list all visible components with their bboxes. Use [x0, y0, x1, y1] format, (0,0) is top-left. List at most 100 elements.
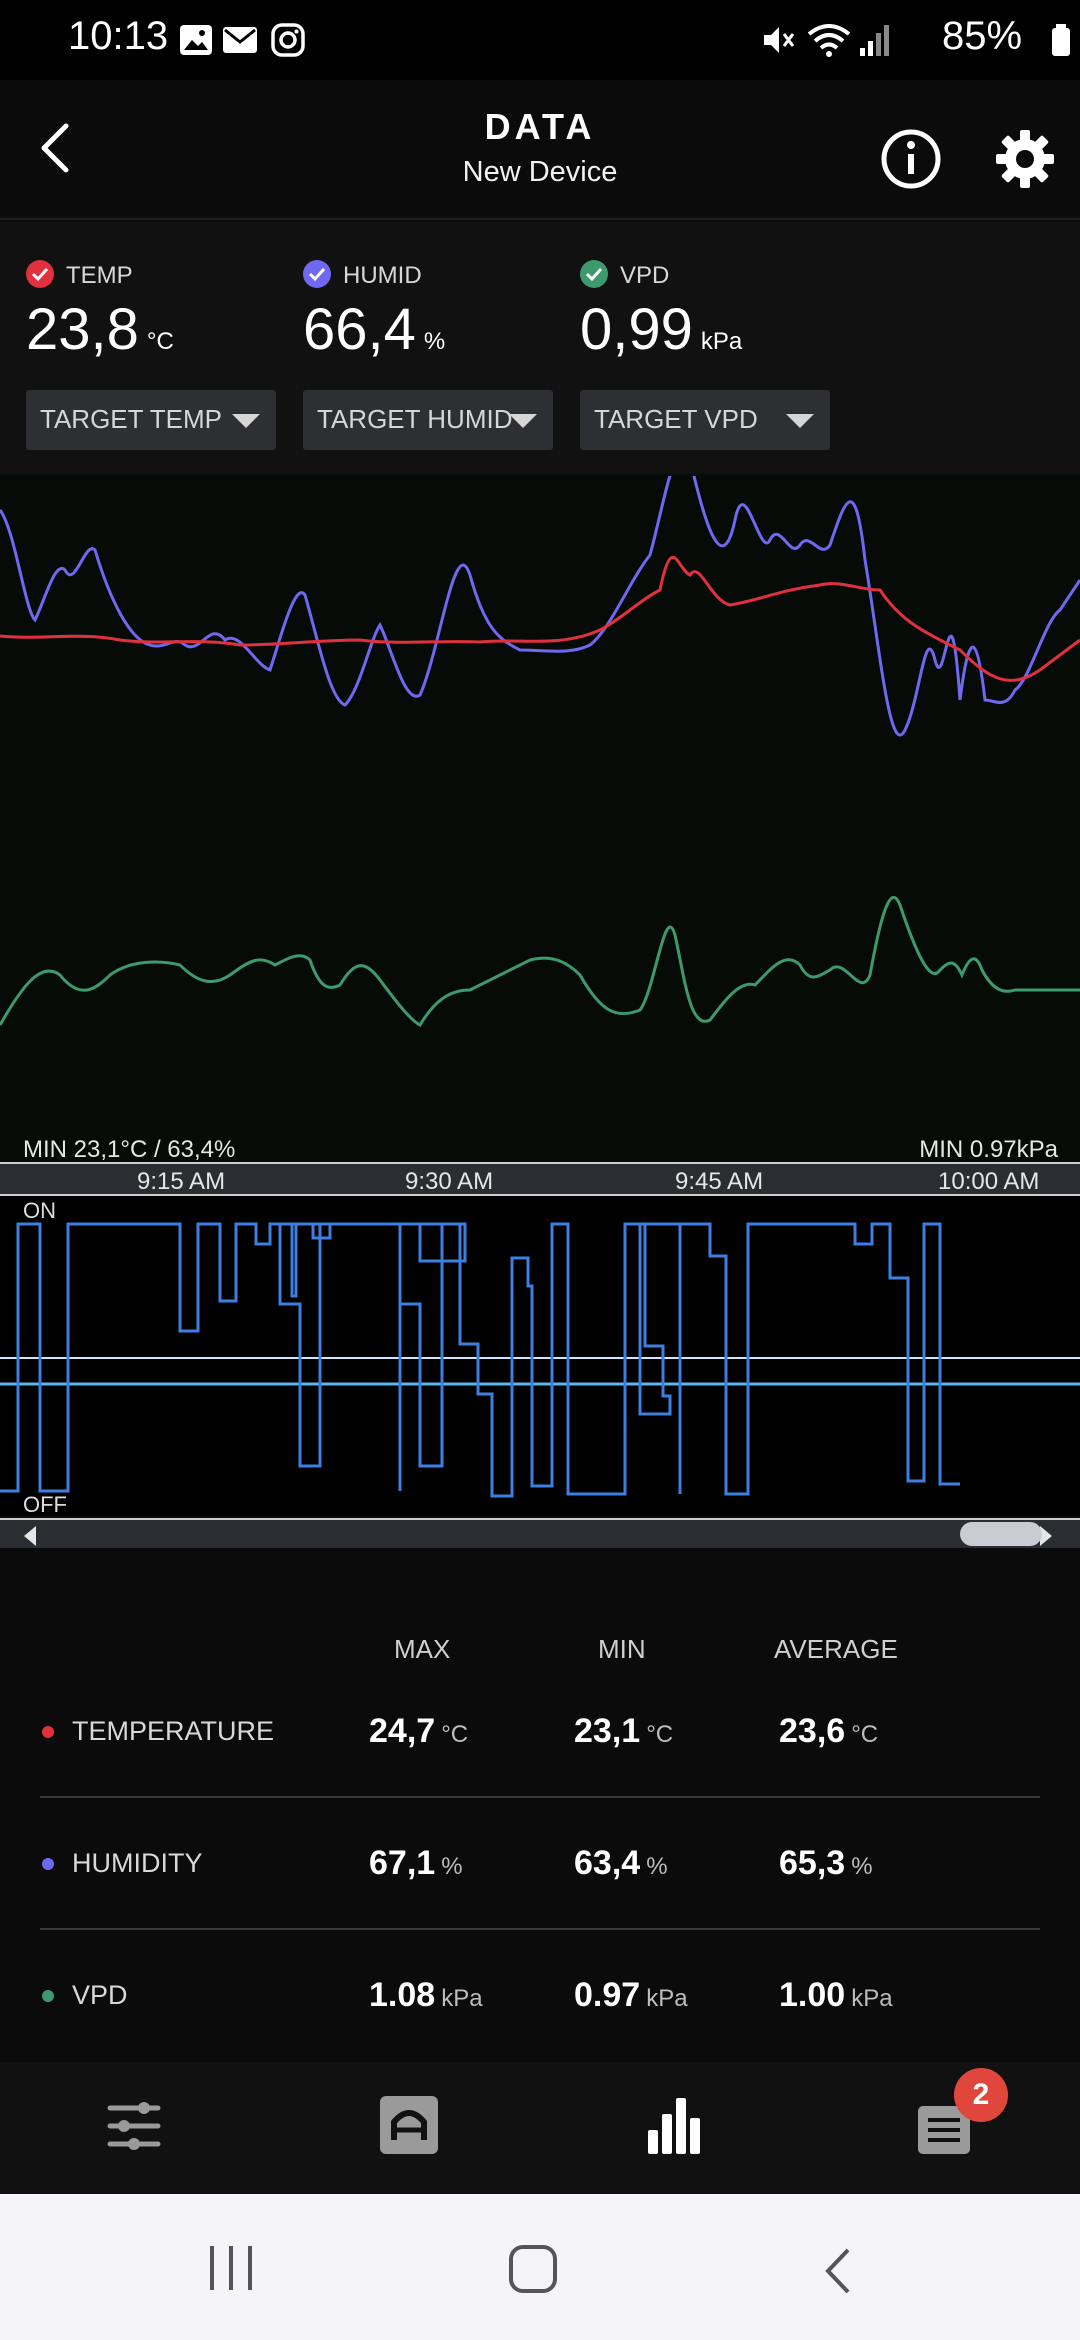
settings-gear-icon[interactable] [994, 128, 1056, 190]
stat-avg: 1.00 kPa [779, 1976, 893, 2015]
stat-unit: % [851, 1853, 873, 1880]
humid-value: 66,4 [303, 297, 416, 362]
target-humid-dropdown[interactable]: TARGET HUMID [303, 390, 553, 450]
target-temp-dropdown[interactable]: TARGET TEMP [26, 390, 276, 450]
vpd-check-icon[interactable] [580, 260, 608, 288]
sliders-icon[interactable] [106, 2098, 162, 2154]
stat-name: HUMIDITY [72, 1848, 203, 1878]
system-back-icon[interactable] [820, 2246, 854, 2296]
battery-percent: 85% [942, 14, 1023, 58]
stat-unit: °C [851, 1721, 879, 1748]
bottom-nav [0, 2062, 1080, 2194]
stat-max: 1.08 kPa [369, 1976, 483, 2015]
chart-scrollbar[interactable] [0, 1518, 1080, 1548]
stat-avg-value: 65,3 [779, 1844, 846, 1882]
scroll-left-arrow-icon[interactable] [22, 1525, 38, 1547]
stat-unit: kPa [441, 1985, 483, 2012]
humid-value-wrap: 66,4% [303, 296, 445, 363]
stat-name: TEMPERATURE [72, 1716, 275, 1746]
stat-avg: 23,6 °C [779, 1712, 878, 1751]
target-temp-label: TARGET TEMP [40, 404, 223, 434]
stat-max-value: 24,7 [369, 1712, 436, 1750]
vpd-line [0, 896, 1080, 1027]
system-nav-bar [0, 2194, 1080, 2340]
humid-label: HUMID [343, 262, 422, 289]
stat-min-value: 23,1 [574, 1712, 641, 1750]
bar-chart-icon[interactable] [644, 2094, 706, 2156]
stat-min: 23,1 °C [574, 1712, 673, 1751]
notification-badge: 2 [954, 2068, 1008, 2122]
vpd-value-wrap: 0,99 kPa [580, 296, 742, 363]
caret-down-icon [509, 414, 537, 428]
col-header-min: MIN [598, 1634, 646, 1664]
battery-icon [1052, 24, 1070, 56]
stat-max: 67,1% [369, 1844, 463, 1883]
time-tick: 10:00 AM [938, 1168, 1040, 1195]
stat-min: 63,4% [574, 1844, 668, 1883]
vpd-unit: kPa [700, 328, 743, 355]
col-header-average: AVERAGE [774, 1634, 898, 1664]
mute-icon [764, 27, 795, 53]
stat-unit: kPa [646, 1985, 688, 2012]
stat-row-temperature: TEMPERATURE 24,7 °C 23,1 °C 23,6 °C [40, 1710, 1040, 1840]
mail-icon [223, 27, 257, 53]
status-time: 10:13 [68, 14, 169, 58]
chart-min-left: MIN 23,1°C / 63,4% [23, 1136, 236, 1163]
info-icon[interactable] [880, 128, 942, 190]
stat-avg-value: 23,6 [779, 1712, 846, 1750]
onoff-lines [0, 1196, 1080, 1498]
temp-label: TEMP [66, 262, 133, 289]
stat-unit: % [646, 1853, 668, 1880]
onoff-chart[interactable] [0, 1196, 1080, 1516]
humid-check-icon[interactable] [303, 260, 331, 288]
stat-unit: % [441, 1853, 463, 1880]
stat-max: 24,7 °C [369, 1712, 468, 1751]
instagram-icon [271, 23, 305, 57]
device-icon[interactable] [378, 2094, 440, 2156]
humidity-dot [42, 1858, 54, 1870]
stat-name: VPD [72, 1980, 128, 2010]
off-label: OFF [23, 1492, 67, 1517]
temp-check-icon[interactable] [26, 260, 54, 288]
signal-icon [860, 25, 889, 56]
gallery-icon [180, 25, 212, 55]
temp-value: 23,8 [26, 297, 139, 362]
target-humid-label: TARGET HUMID [317, 404, 513, 434]
wifi-icon [807, 24, 851, 57]
app-header: DATA New Device [0, 80, 1080, 220]
time-tick: 9:45 AM [675, 1168, 764, 1195]
temp-unit: °C [146, 328, 174, 355]
humid-unit: % [423, 328, 446, 355]
caret-down-icon [232, 414, 260, 428]
vpd-label: VPD [620, 262, 670, 289]
scroll-thumb[interactable] [960, 1522, 1042, 1546]
stat-min-value: 0.97 [574, 1976, 641, 2014]
stat-unit: °C [646, 1721, 674, 1748]
recent-apps-icon[interactable] [206, 2244, 256, 2292]
temperature-line [0, 555, 1080, 682]
stat-min-value: 63,4 [574, 1844, 641, 1882]
temperature-dot [42, 1726, 54, 1738]
stat-row-humidity: HUMIDITY 67,1% 63,4% 65,3% [40, 1842, 1040, 1972]
stat-unit: °C [441, 1721, 469, 1748]
chart-lines [0, 451, 1080, 1027]
vpd-dot [42, 1990, 54, 2002]
row-divider [40, 1928, 1040, 1930]
caret-down-icon [786, 414, 814, 428]
time-axis: 9:15 AM 9:30 AM 9:45 AM 10:00 AM [0, 1162, 1080, 1196]
stat-unit: kPa [851, 1985, 893, 2012]
sensor-chart[interactable] [0, 451, 1080, 1164]
stat-avg: 65,3% [779, 1844, 873, 1883]
target-vpd-label: TARGET VPD [594, 404, 758, 434]
current-readings: TEMP 23,8 °C HUMID 66,4% VPD 0,99 kPa TARG… [0, 222, 1080, 474]
onoff-signal-line [0, 1196, 465, 1491]
target-vpd-dropdown[interactable]: TARGET VPD [580, 390, 830, 450]
home-icon[interactable] [508, 2244, 558, 2294]
stat-min: 0.97 kPa [574, 1976, 688, 2015]
stat-max-value: 67,1 [369, 1844, 436, 1882]
row-divider [40, 1796, 1040, 1798]
time-tick: 9:30 AM [405, 1168, 494, 1195]
onoff-signal-line-2 [278, 1222, 960, 1498]
col-header-max: MAX [394, 1634, 451, 1664]
time-tick: 9:15 AM [137, 1168, 226, 1195]
